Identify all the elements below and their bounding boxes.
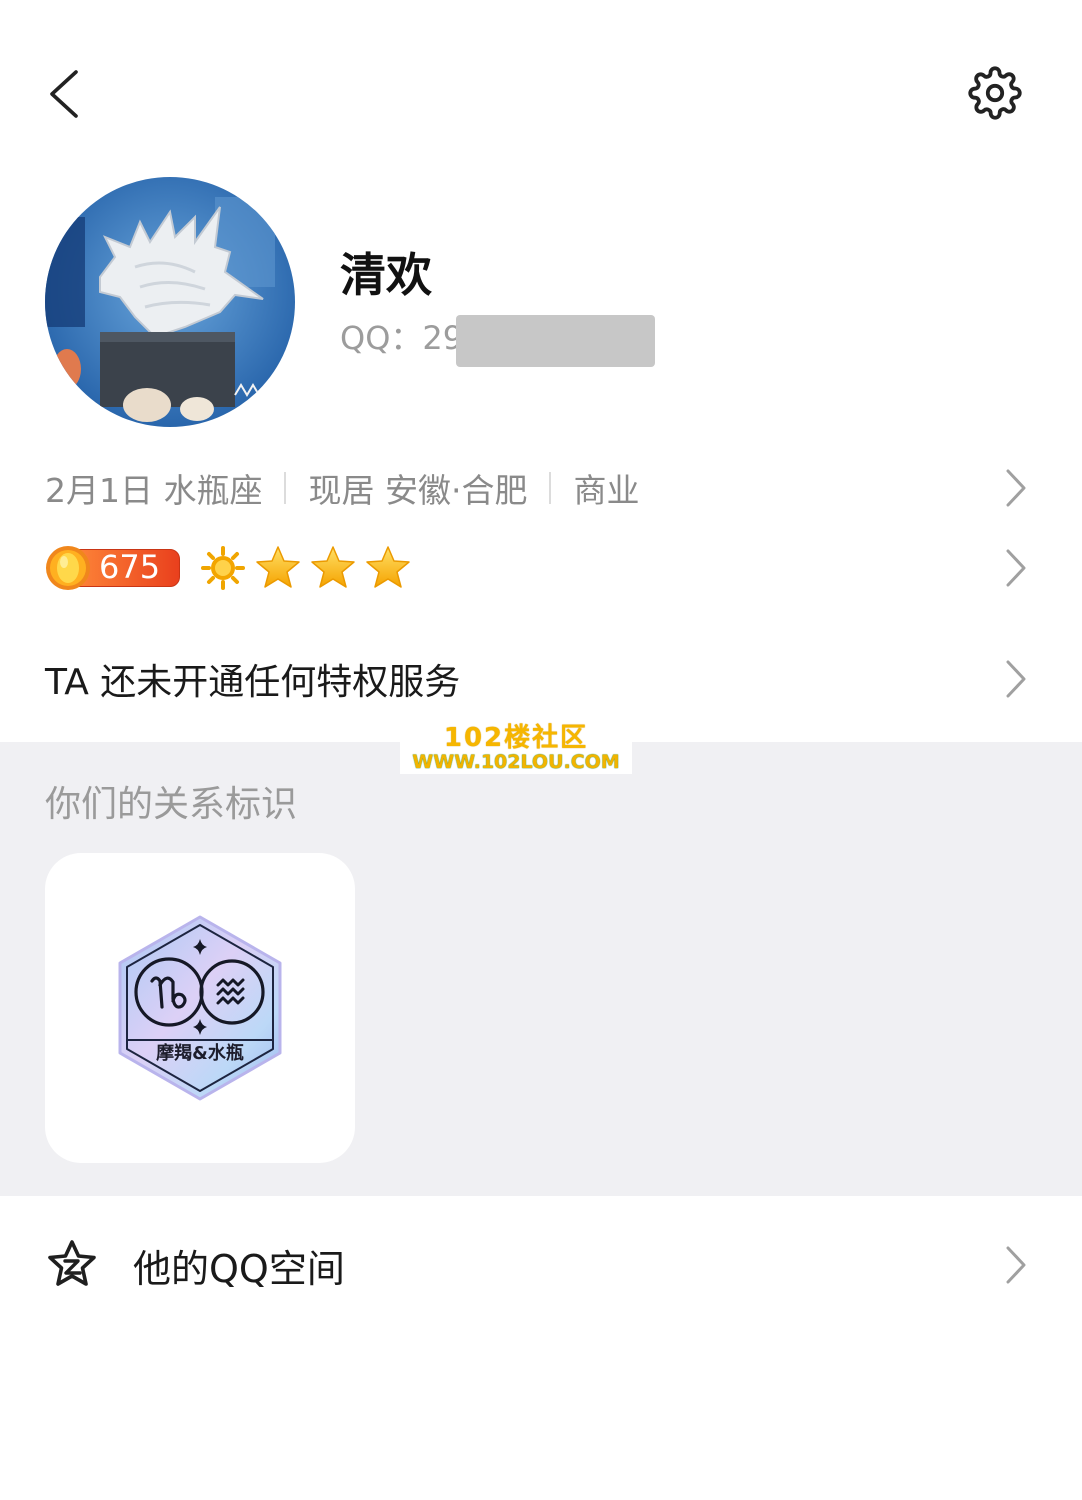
zodiac-pair-badge [118, 915, 282, 1101]
gear-icon[interactable] [968, 66, 1022, 120]
coin-icon [46, 546, 90, 590]
star-icon [311, 546, 355, 588]
chevron-right-icon [1006, 549, 1026, 587]
watermark-title: 102楼社区 [443, 723, 589, 753]
separator [284, 472, 287, 504]
qq-number: QQ：29 [340, 319, 464, 357]
relationship-title: 你们的关系标识 [45, 784, 298, 825]
avatar-photo [45, 177, 295, 427]
watermark-url: WWW.102LOU.COM [412, 751, 620, 773]
qzone-label: 他的QQ空间 [133, 1246, 345, 1291]
avatar[interactable] [45, 177, 295, 427]
star-icon [256, 546, 300, 588]
badge-label: 摩羯&水瓶 [156, 1043, 244, 1064]
level-value: 675 [99, 548, 161, 586]
separator [549, 472, 552, 504]
watermark: 102楼社区 WWW.102LOU.COM [400, 725, 632, 774]
sun-icon [201, 546, 245, 590]
back-chevron-icon[interactable] [46, 68, 82, 120]
profile-name: 清欢 [340, 248, 432, 302]
birthday-zodiac: 2月1日 水瓶座 [45, 471, 263, 510]
profile-info-row[interactable]: 2月1日 水瓶座 现居 安徽·合肥 商业 [45, 463, 1037, 513]
occupation: 商业 [573, 471, 640, 510]
qzone-star-icon [48, 1240, 96, 1286]
location: 现居 安徽·合肥 [308, 471, 528, 510]
qq-redaction-block [456, 315, 655, 367]
star-icon [366, 546, 410, 588]
privilege-text: TA 还未开通任何特权服务 [45, 662, 461, 703]
qzone-row[interactable]: 他的QQ空间 [45, 1235, 1037, 1295]
level-badge: 675 [45, 545, 180, 591]
chevron-right-icon [1006, 1246, 1026, 1284]
relationship-badge-card[interactable]: 摩羯&水瓶 [45, 853, 355, 1163]
privilege-row[interactable]: TA 还未开通任何特权服务 [45, 654, 1037, 704]
level-row[interactable]: 675 [45, 545, 1037, 591]
chevron-right-icon [1006, 469, 1026, 507]
chevron-right-icon [1006, 660, 1026, 698]
